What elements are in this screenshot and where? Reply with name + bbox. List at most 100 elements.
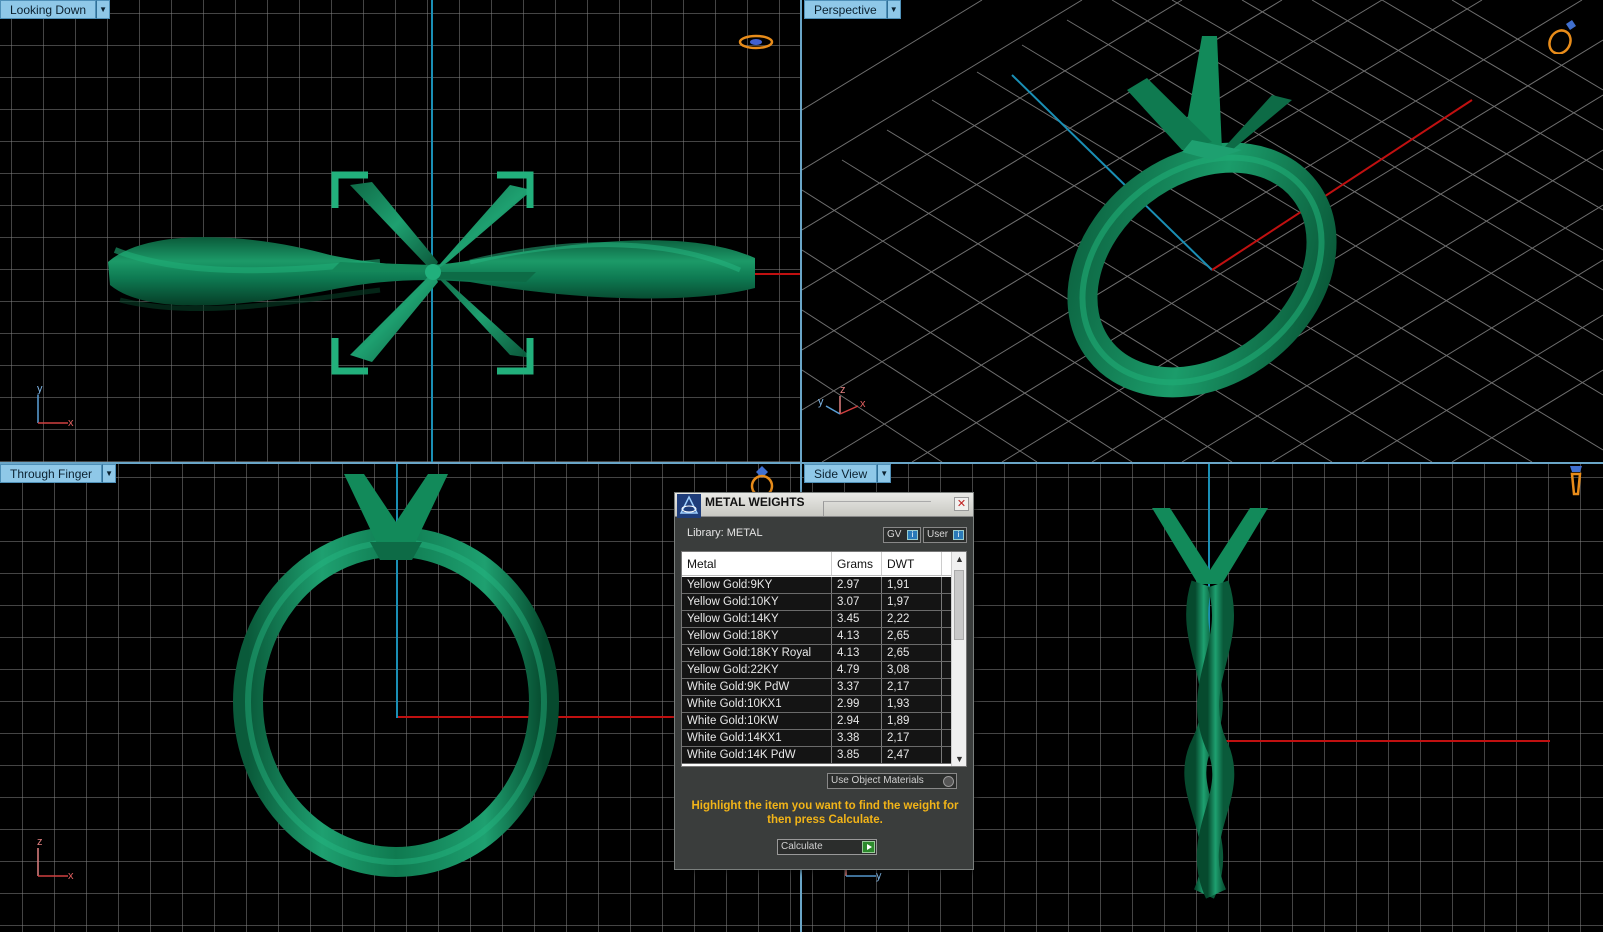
cell-dwt: 1,97 xyxy=(882,594,942,610)
user-label: User xyxy=(927,529,949,540)
viewport-divider-horizontal[interactable] xyxy=(0,462,1603,464)
viewport-label-text: Side View xyxy=(804,464,878,483)
cell-metal: White Gold:9K PdW xyxy=(682,679,832,695)
table-header: Metal Grams DWT xyxy=(682,552,952,576)
dialog-title: METAL WEIGHTS xyxy=(705,495,805,509)
table-row[interactable]: White Gold:14K PdW 3.85 2,47 xyxy=(682,747,952,764)
cell-dwt: 1,93 xyxy=(882,696,942,712)
table-row[interactable]: Yellow Gold:18KY Royal 4.13 2,65 xyxy=(682,645,952,662)
use-object-materials-label: Use Object Materials xyxy=(831,775,924,786)
table-row[interactable]: Yellow Gold:9KY 2.97 1,91 xyxy=(682,577,952,594)
cell-grams: 3.37 xyxy=(832,679,882,695)
cell-metal: White Gold:10KX1 xyxy=(682,696,832,712)
table-row[interactable]: Yellow Gold:14KY 3.45 2,22 xyxy=(682,611,952,628)
table-row[interactable]: Yellow Gold:22KY 4.79 3,08 xyxy=(682,662,952,679)
close-icon[interactable]: ✕ xyxy=(954,497,969,511)
library-label: Library: METAL xyxy=(687,527,763,539)
viewport-label-side-view[interactable]: Side View ▼ xyxy=(804,464,892,483)
navigation-cube-icon[interactable] xyxy=(1558,464,1594,500)
cell-grams: 2.97 xyxy=(832,577,882,593)
scrollbar-thumb[interactable] xyxy=(954,570,964,640)
triad-z-label: z xyxy=(37,836,43,848)
chevron-down-icon[interactable]: ▼ xyxy=(102,464,117,483)
chevron-down-icon[interactable]: ▼ xyxy=(886,0,901,19)
app-logo-icon xyxy=(677,494,701,518)
triad-x-label: x xyxy=(68,870,74,882)
table-row[interactable]: White Gold:14KX1 3.38 2,17 xyxy=(682,730,952,747)
calculate-button[interactable]: Calculate xyxy=(777,839,877,855)
cell-grams: 3.07 xyxy=(832,594,882,610)
navigation-cube-icon[interactable] xyxy=(738,28,774,64)
cell-metal: Yellow Gold:9KY xyxy=(682,577,832,593)
table-row[interactable]: Yellow Gold:10KY 3.07 1,97 xyxy=(682,594,952,611)
cell-metal: Yellow Gold:10KY xyxy=(682,594,832,610)
cell-metal: Yellow Gold:14KY xyxy=(682,611,832,627)
triad-z-label: z xyxy=(840,384,846,396)
axis-triad: z x xyxy=(30,836,80,883)
info-icon: i xyxy=(953,530,964,540)
scroll-down-icon[interactable]: ▼ xyxy=(952,752,966,766)
cell-metal: Yellow Gold:18KY Royal xyxy=(682,645,832,661)
table-body: Yellow Gold:9KY 2.97 1,91 Yellow Gold:10KY… xyxy=(682,577,952,764)
instruction-text: Highlight the item you want to find the … xyxy=(691,800,959,826)
cell-metal: White Gold:14KX1 xyxy=(682,730,832,746)
gv-library-toggle[interactable]: GV i xyxy=(883,527,921,543)
viewport-label-perspective[interactable]: Perspective ▼ xyxy=(804,0,901,19)
table-row[interactable]: White Gold:9K PdW 3.37 2,17 xyxy=(682,679,952,696)
cell-grams: 4.13 xyxy=(832,628,882,644)
metal-table[interactable]: Metal Grams DWT Yellow Gold:9KY 2.97 1,91 … xyxy=(681,551,967,767)
triad-y-label: y xyxy=(876,870,882,882)
cell-dwt: 1,91 xyxy=(882,577,942,593)
chevron-down-icon[interactable]: ▼ xyxy=(877,464,892,483)
viewport-label-looking-down[interactable]: Looking Down ▼ xyxy=(0,0,111,19)
viewport-looking-down[interactable]: y x xyxy=(0,0,800,462)
ring-top-view xyxy=(108,171,755,375)
triad-y-label: y xyxy=(37,383,43,395)
ring-perspective xyxy=(1067,36,1337,398)
table-row[interactable]: Yellow Gold:18KY 4.13 2,65 xyxy=(682,628,952,645)
cell-grams: 2.99 xyxy=(832,696,882,712)
metal-weights-dialog[interactable]: METAL WEIGHTS ✕ Library: METAL GV i User… xyxy=(674,492,974,870)
column-header-grams[interactable]: Grams xyxy=(832,552,882,575)
cell-dwt: 3,08 xyxy=(882,662,942,678)
viewport-label-text: Through Finger xyxy=(0,464,103,483)
triad-x-label: x xyxy=(68,417,74,429)
cell-metal: Yellow Gold:18KY xyxy=(682,628,832,644)
cell-grams: 3.45 xyxy=(832,611,882,627)
chevron-down-icon[interactable]: ▼ xyxy=(96,0,111,19)
title-separator xyxy=(823,501,931,516)
dialog-title-bar[interactable]: METAL WEIGHTS ✕ xyxy=(675,493,973,518)
cell-grams: 2.94 xyxy=(832,713,882,729)
axis-triad: y z x xyxy=(816,384,876,428)
cell-dwt: 2,22 xyxy=(882,611,942,627)
cell-dwt: 2,65 xyxy=(882,645,942,661)
cell-dwt: 2,65 xyxy=(882,628,942,644)
cell-grams: 4.79 xyxy=(832,662,882,678)
viewport-label-text: Looking Down xyxy=(0,0,97,19)
user-library-toggle[interactable]: User i xyxy=(923,527,967,543)
info-icon: i xyxy=(907,530,918,540)
scroll-up-icon[interactable]: ▲ xyxy=(952,552,966,566)
column-header-dwt[interactable]: DWT xyxy=(882,552,942,575)
cell-grams: 3.85 xyxy=(832,747,882,763)
viewport-label-through-finger[interactable]: Through Finger ▼ xyxy=(0,464,117,483)
cell-dwt: 1,89 xyxy=(882,713,942,729)
table-row[interactable]: White Gold:10KX1 2.99 1,93 xyxy=(682,696,952,713)
play-icon xyxy=(862,841,875,853)
triad-x-label: x xyxy=(860,398,866,410)
table-scrollbar[interactable]: ▲ ▼ xyxy=(951,552,966,766)
calculate-label: Calculate xyxy=(781,841,823,852)
viewport-perspective[interactable]: y z x xyxy=(802,0,1603,462)
use-object-materials-toggle[interactable]: Use Object Materials xyxy=(827,773,957,789)
cell-grams: 4.13 xyxy=(832,645,882,661)
axis-triad: y x xyxy=(30,383,80,430)
column-header-metal[interactable]: Metal xyxy=(682,552,832,575)
cell-metal: White Gold:10KW xyxy=(682,713,832,729)
cell-metal: White Gold:14K PdW xyxy=(682,747,832,763)
cell-metal: Yellow Gold:22KY xyxy=(682,662,832,678)
cell-dwt: 2,17 xyxy=(882,679,942,695)
viewport-label-text: Perspective xyxy=(804,0,887,19)
table-row[interactable]: White Gold:10KW 2.94 1,89 xyxy=(682,713,952,730)
navigation-cube-icon[interactable] xyxy=(1544,18,1580,54)
cell-dwt: 2,47 xyxy=(882,747,942,763)
